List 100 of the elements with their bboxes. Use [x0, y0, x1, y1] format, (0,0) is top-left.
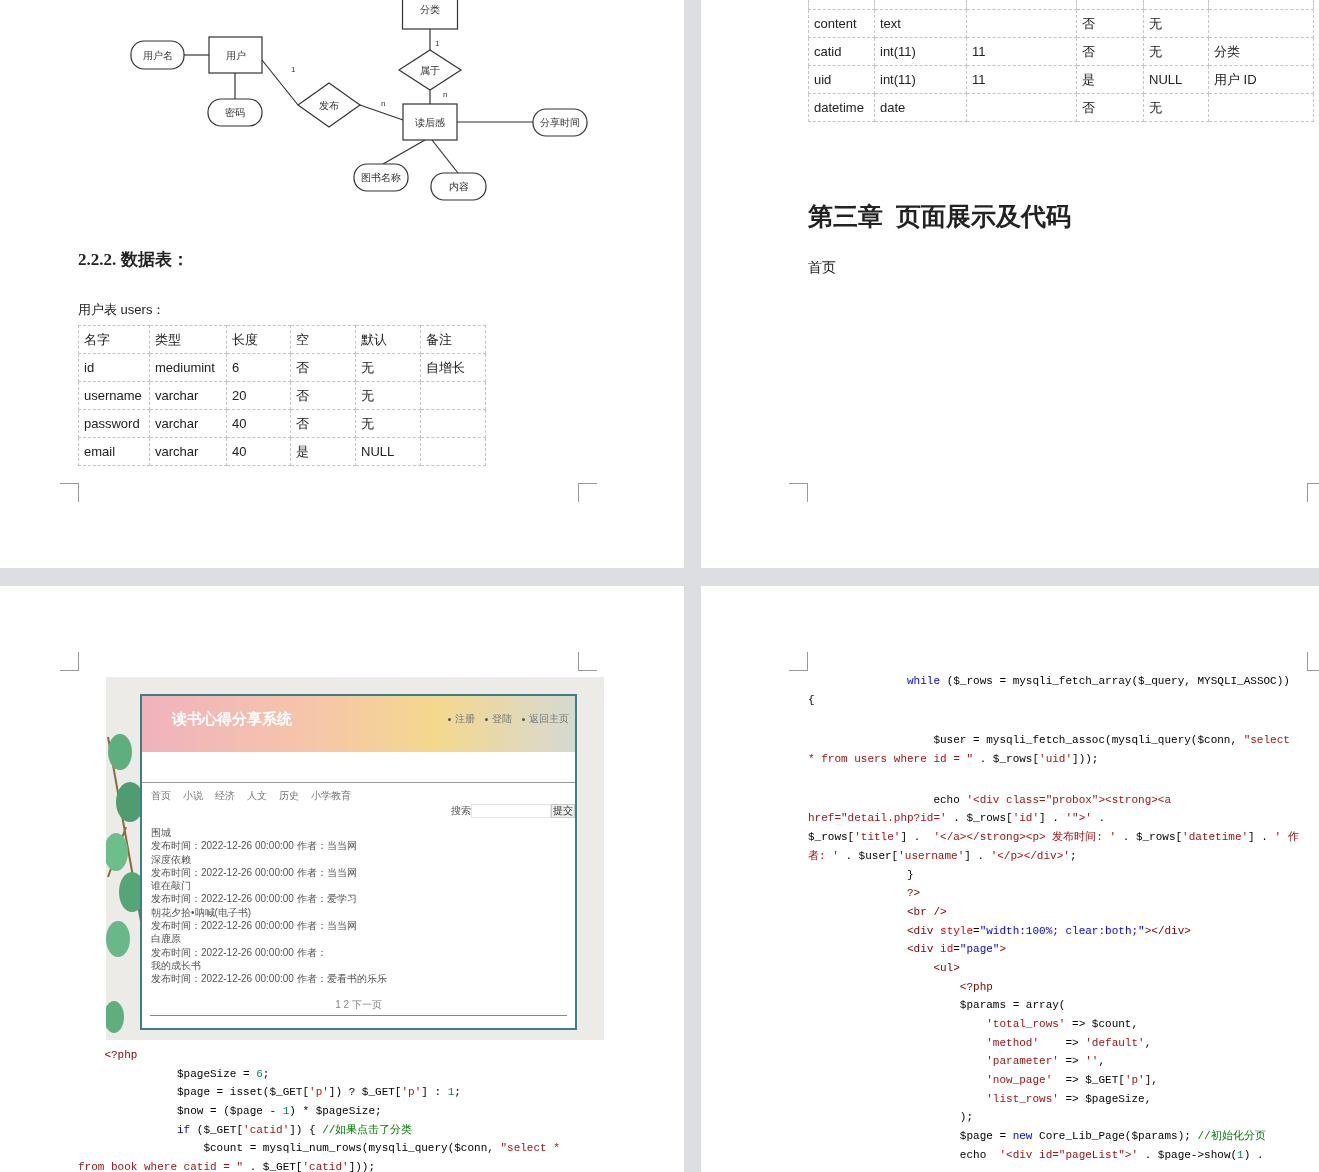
post-title-link[interactable]: 白鹿原: [151, 932, 181, 946]
table-cell: NULL: [355, 437, 421, 466]
table-cell: 40: [226, 437, 291, 466]
table-cell: varchar: [149, 437, 227, 466]
nav-link[interactable]: 首页: [151, 789, 171, 803]
header-link[interactable]: 返回主页: [529, 712, 569, 726]
table-cell: 40: [226, 409, 291, 438]
table-cell: email: [78, 437, 150, 466]
table-cell: 否: [1076, 37, 1144, 66]
attribute-node: 内容: [430, 172, 487, 201]
post-title-link[interactable]: 深度依赖: [151, 852, 191, 866]
chapter-heading: 第三章 页面展示及代码: [808, 202, 1072, 232]
table-cell: 无: [1143, 93, 1209, 122]
code-line: <?php: [103, 1048, 138, 1063]
connector-line: [382, 139, 426, 165]
table-cell: text: [874, 9, 967, 38]
table-cell: catid: [808, 37, 875, 66]
nav-link[interactable]: 小说: [183, 789, 203, 803]
column-header: 长度: [226, 325, 291, 354]
relationship-diamond: 属于: [397, 49, 463, 91]
post-meta: 发布时间：2022-12-26 00:00:00 作者：: [151, 945, 327, 959]
table-cell: username: [78, 381, 150, 410]
post-title-link[interactable]: 朝花夕拾•呐喊(电子书): [151, 905, 252, 920]
pagination-links[interactable]: 1 2 下一页: [335, 997, 382, 1012]
bullet-icon: [448, 717, 451, 721]
margin-mark: [60, 652, 79, 671]
submit-button[interactable]: 提交: [551, 804, 575, 818]
nav-link[interactable]: 经济: [215, 789, 235, 803]
table-cell: 否: [1076, 93, 1144, 122]
code-line: $page = isset($_GET['p']) ? $_GET['p'] : 1;: [176, 1085, 461, 1101]
margin-mark: [1307, 652, 1319, 671]
table-cell: 是: [290, 437, 356, 466]
margin-mark: [789, 652, 808, 671]
column-header: 空: [290, 325, 356, 354]
table-cell: 无: [1143, 9, 1209, 38]
table-cell: uid: [808, 65, 875, 94]
code-line: $count = mysqli_num_rows(mysqli_query($conn, "select *: [202, 1141, 560, 1157]
code-line: $_rows['title'] . '</a></strong><p> 发布时间: ' . $_rows['datetime'] . ' 作: [808, 830, 1299, 846]
post-meta: 发布时间：2022-12-26 00:00:00 作者：当当网: [151, 839, 357, 853]
code-line: 'now_page' => $_GET['p'],: [985, 1073, 1158, 1089]
margin-mark: [578, 652, 597, 671]
code-line: $params = array(: [958, 998, 1066, 1014]
table-cell: mediumint: [149, 353, 227, 382]
table-cell: 否: [290, 409, 356, 438]
cardinality-label: n: [381, 99, 386, 108]
margin-mark: [60, 483, 79, 502]
nav-link[interactable]: 人文: [247, 789, 267, 803]
entity-box: 分类: [401, 0, 459, 30]
post-title-link[interactable]: 谁在敲门: [151, 879, 191, 893]
table-cell: 无: [355, 409, 421, 438]
connector-line: [183, 54, 210, 56]
attribute-node: 图书名称: [353, 163, 409, 192]
search-field[interactable]: [471, 804, 551, 818]
post-meta: 发布时间：2022-12-26 00:00:00 作者：爱看书的乐乐: [151, 972, 387, 986]
entity-box: 读后感: [402, 103, 458, 141]
table-cell: 是: [1076, 65, 1144, 94]
connector-line: [359, 104, 404, 121]
post-title-link[interactable]: 我的成长书: [151, 958, 201, 973]
header-link[interactable]: 登陆: [492, 712, 512, 726]
bullet-icon: [522, 717, 525, 721]
code-line: <div id="page">: [906, 942, 1007, 958]
column-header: 类型: [149, 325, 227, 354]
table-cell: 11: [966, 37, 1077, 66]
code-line: echo '<div class="probox"><strong><a: [932, 792, 1172, 808]
paragraph-text: 首页: [808, 259, 837, 277]
margin-mark: [1307, 483, 1319, 502]
code-line: 'list_rows' => $pageSize,: [985, 1091, 1152, 1107]
nav-link[interactable]: 小学教育: [311, 789, 351, 803]
code-line: 'method' => 'default',: [985, 1035, 1152, 1051]
table-cell: int(11): [874, 65, 967, 94]
connector-line: [431, 139, 459, 174]
table-cell: 无: [1143, 37, 1209, 66]
code-line: ?>: [906, 886, 921, 902]
attribute-node: 分享时间: [532, 108, 588, 137]
code-line: }: [906, 867, 914, 883]
search-label: 搜索: [451, 804, 471, 818]
code-line: <ul>: [932, 960, 960, 976]
table-cell: 否: [1076, 9, 1144, 38]
table-cell: 分类: [1208, 37, 1314, 66]
code-line: echo '<div id="pageList">' . $page->show(1) .: [958, 1147, 1264, 1163]
connector-line: [429, 89, 431, 105]
header-link[interactable]: 注册: [455, 712, 475, 726]
post-title-link[interactable]: 围城: [151, 826, 171, 840]
code-line: from book where catid = " . $_GET['catid']));: [78, 1160, 376, 1172]
site-title: 读书心得分享系统: [172, 709, 292, 729]
post-meta: 发布时间：2022-12-26 00:00:00 作者：当当网: [151, 919, 357, 933]
table-cell: 用户 ID: [1208, 65, 1314, 94]
column-header: 默认: [355, 325, 421, 354]
nav-link[interactable]: 历史: [279, 789, 299, 803]
column-header: 备注: [420, 325, 486, 354]
attribute-node: 密码: [207, 98, 263, 127]
table-cell: password: [78, 409, 150, 438]
column-header: 名字: [78, 325, 150, 354]
code-line: $page = new Core_Lib_Page($params); //初始化分页: [958, 1129, 1266, 1145]
code-line: $user = mysqli_fetch_assoc(mysqli_query($conn, "select: [932, 733, 1290, 749]
table-cell: 否: [290, 353, 356, 382]
bullet-icon: [485, 717, 488, 721]
code-line: 'total_rows' => $count,: [985, 1017, 1139, 1032]
table-cell: id: [78, 353, 150, 382]
code-line: {: [808, 692, 815, 708]
